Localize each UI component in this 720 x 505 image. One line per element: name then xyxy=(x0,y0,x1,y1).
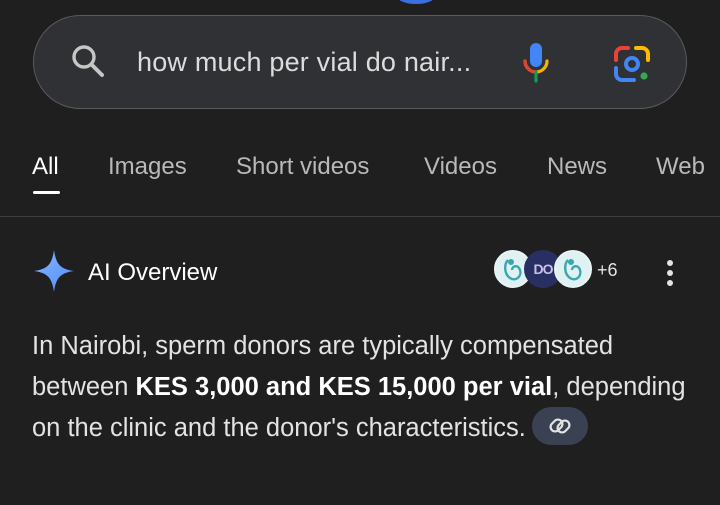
ai-overview-title: AI Overview xyxy=(88,259,218,286)
active-tab-indicator xyxy=(33,191,60,194)
ai-overview-header: AI Overview DO +6 xyxy=(0,248,720,298)
source-link-button[interactable] xyxy=(531,407,588,446)
tab-all[interactable]: All xyxy=(32,153,59,181)
tab-videos[interactable]: Videos xyxy=(424,153,497,181)
tab-web[interactable]: Web xyxy=(656,153,705,181)
google-lens-icon[interactable] xyxy=(612,44,652,84)
link-icon xyxy=(549,418,571,434)
search-tabs: All Images Short videos Videos News Web xyxy=(0,150,720,200)
ai-overview-text: In Nairobi, sperm donors are typically c… xyxy=(32,326,692,449)
more-sources-count[interactable]: +6 xyxy=(597,260,618,281)
tab-short-videos[interactable]: Short videos xyxy=(236,153,369,181)
search-bar[interactable]: how much per vial do nair... xyxy=(33,15,687,109)
tabs-divider xyxy=(0,216,720,217)
more-options-icon[interactable] xyxy=(661,259,679,287)
source-favicon[interactable] xyxy=(554,250,592,288)
ai-overview-highlight: KES 3,000 and KES 15,000 per vial xyxy=(135,373,553,401)
tab-images[interactable]: Images xyxy=(108,153,187,181)
clinic-logo-icon xyxy=(564,259,582,281)
source-favicons[interactable]: DO +6 xyxy=(494,250,624,292)
account-indicator xyxy=(396,0,436,4)
tab-news[interactable]: News xyxy=(547,153,607,181)
search-icon[interactable] xyxy=(70,43,106,79)
microphone-icon[interactable] xyxy=(520,41,552,85)
search-input[interactable]: how much per vial do nair... xyxy=(137,47,471,78)
gemini-sparkle-icon xyxy=(34,250,74,292)
